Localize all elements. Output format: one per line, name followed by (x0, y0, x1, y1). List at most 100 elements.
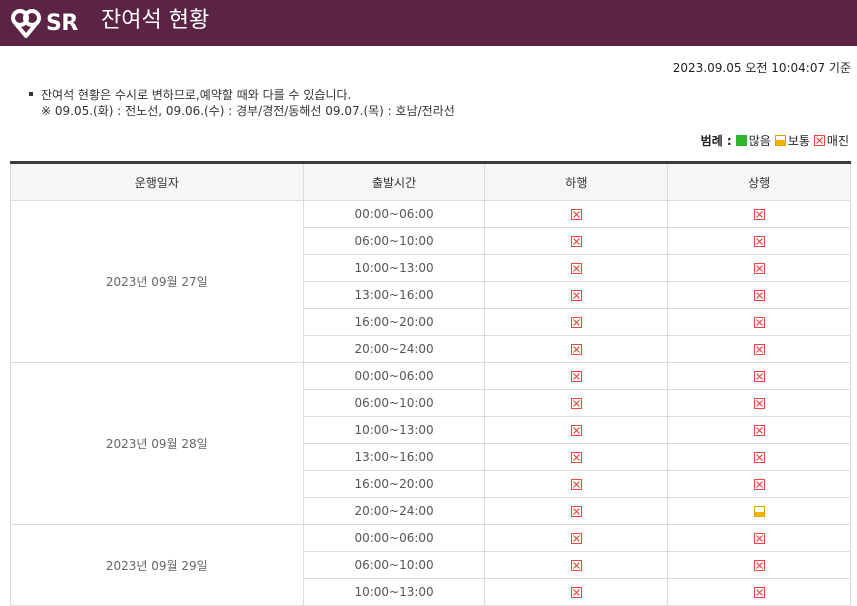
sold-out-icon (753, 533, 765, 544)
time-cell: 10:00~13:00 (302, 416, 486, 444)
down-status-cell (484, 254, 669, 282)
many-seats-icon (735, 135, 747, 146)
up-status-cell (667, 335, 851, 363)
sold-out-icon (570, 398, 582, 409)
sold-out-icon (753, 236, 765, 247)
down-status-cell (484, 470, 669, 498)
up-status-cell (667, 497, 851, 525)
header-up: 상행 (667, 161, 851, 201)
time-cell: 10:00~13:00 (302, 578, 486, 606)
sold-out-icon (753, 479, 765, 490)
down-status-cell (484, 362, 669, 390)
header-down: 하행 (484, 161, 669, 201)
sr-logo[interactable]: SR (10, 7, 78, 39)
sold-out-icon (570, 506, 582, 517)
sold-out-icon (570, 209, 582, 220)
normal-seats-icon (774, 135, 786, 146)
down-status-cell (484, 308, 669, 336)
time-cell: 10:00~13:00 (302, 254, 486, 282)
seat-status-table: 운행일자 출발시간 하행 상행 2023년 09월 27일 00:00~06:00… (10, 161, 851, 606)
time-cell: 16:00~20:00 (302, 470, 486, 498)
sr-logo-icon (11, 9, 41, 38)
down-status-cell (484, 200, 669, 228)
down-status-cell (484, 551, 669, 579)
time-cell: 06:00~10:00 (302, 227, 486, 255)
page-title: 잔여석 현황 (101, 8, 210, 33)
sold-out-icon (570, 452, 582, 463)
header-bar: SR 잔여석 현황 (0, 0, 857, 46)
time-cell: 00:00~06:00 (302, 524, 486, 552)
sold-out-icon (753, 587, 765, 598)
sold-out-icon (753, 452, 765, 463)
up-status-cell (667, 389, 851, 417)
sold-out-icon (753, 317, 765, 328)
table-body: 2023년 09월 27일 00:00~06:00 06:00~10:00 10:00… (10, 200, 851, 606)
time-cell: 20:00~24:00 (302, 497, 486, 525)
bullet-icon (29, 91, 33, 96)
logo-text: SR (46, 10, 78, 36)
sold-out-icon (753, 371, 765, 382)
sold-out-icon (753, 263, 765, 274)
sold-out-icon (753, 425, 765, 436)
sold-out-icon (570, 344, 582, 355)
legend-many: 많음 (748, 134, 771, 148)
up-status-cell (667, 227, 851, 255)
sold-out-icon (753, 344, 765, 355)
legend-normal: 보통 (787, 134, 810, 148)
normal-seats-icon (753, 506, 765, 517)
time-cell: 16:00~20:00 (302, 308, 486, 336)
time-cell: 00:00~06:00 (302, 200, 486, 228)
table-header-row: 운행일자 출발시간 하행 상행 (10, 161, 851, 201)
sold-out-icon (570, 560, 582, 571)
up-status-cell (667, 308, 851, 336)
legend: 범례 : 많음 보통 매진 (701, 132, 851, 149)
sold-out-icon (753, 398, 765, 409)
up-status-cell (667, 200, 851, 228)
sold-out-icon (753, 209, 765, 220)
up-status-cell (667, 524, 851, 552)
sold-out-icon (570, 587, 582, 598)
time-cell: 13:00~16:00 (302, 443, 486, 471)
sold-out-icon (570, 425, 582, 436)
up-status-cell (667, 362, 851, 390)
up-status-cell (667, 551, 851, 579)
notice: 잔여석 현황은 수시로 변하므로,예약할 때와 다를 수 있습니다. ※ 09.… (29, 87, 455, 119)
down-status-cell (484, 497, 669, 525)
table-row: 2023년 09월 28일 00:00~06:00 (10, 362, 851, 525)
sold-out-icon (813, 135, 825, 146)
down-status-cell (484, 524, 669, 552)
up-status-cell (667, 254, 851, 282)
sold-out-icon (570, 479, 582, 490)
up-status-cell (667, 281, 851, 309)
date-cell: 2023년 09월 29일 (10, 524, 304, 606)
table-row: 2023년 09월 29일 00:00~06:00 (10, 524, 851, 606)
date-cell: 2023년 09월 28일 (10, 362, 304, 525)
time-cell: 20:00~24:00 (302, 335, 486, 363)
table-row: 2023년 09월 27일 00:00~06:00 (10, 200, 851, 363)
down-status-cell (484, 416, 669, 444)
time-cell: 06:00~10:00 (302, 551, 486, 579)
sold-out-icon (570, 317, 582, 328)
down-status-cell (484, 227, 669, 255)
sold-out-icon (753, 560, 765, 571)
legend-full: 매진 (826, 134, 849, 148)
down-status-cell (484, 578, 669, 606)
up-status-cell (667, 416, 851, 444)
header-date: 운행일자 (10, 161, 304, 201)
notice-line-2: ※ 09.05.(화) : 전노선, 09.06.(수) : 경부/경전/동해선… (41, 104, 455, 118)
sold-out-icon (570, 533, 582, 544)
down-status-cell (484, 389, 669, 417)
time-cell: 13:00~16:00 (302, 281, 486, 309)
legend-label: 범례 : (700, 134, 732, 148)
sold-out-icon (753, 290, 765, 301)
up-status-cell (667, 578, 851, 606)
notice-line-1: 잔여석 현황은 수시로 변하므로,예약할 때와 다를 수 있습니다. (41, 88, 352, 102)
down-status-cell (484, 443, 669, 471)
sold-out-icon (570, 371, 582, 382)
time-cell: 06:00~10:00 (302, 389, 486, 417)
up-status-cell (667, 470, 851, 498)
sold-out-icon (570, 263, 582, 274)
up-status-cell (667, 443, 851, 471)
sold-out-icon (570, 290, 582, 301)
down-status-cell (484, 281, 669, 309)
